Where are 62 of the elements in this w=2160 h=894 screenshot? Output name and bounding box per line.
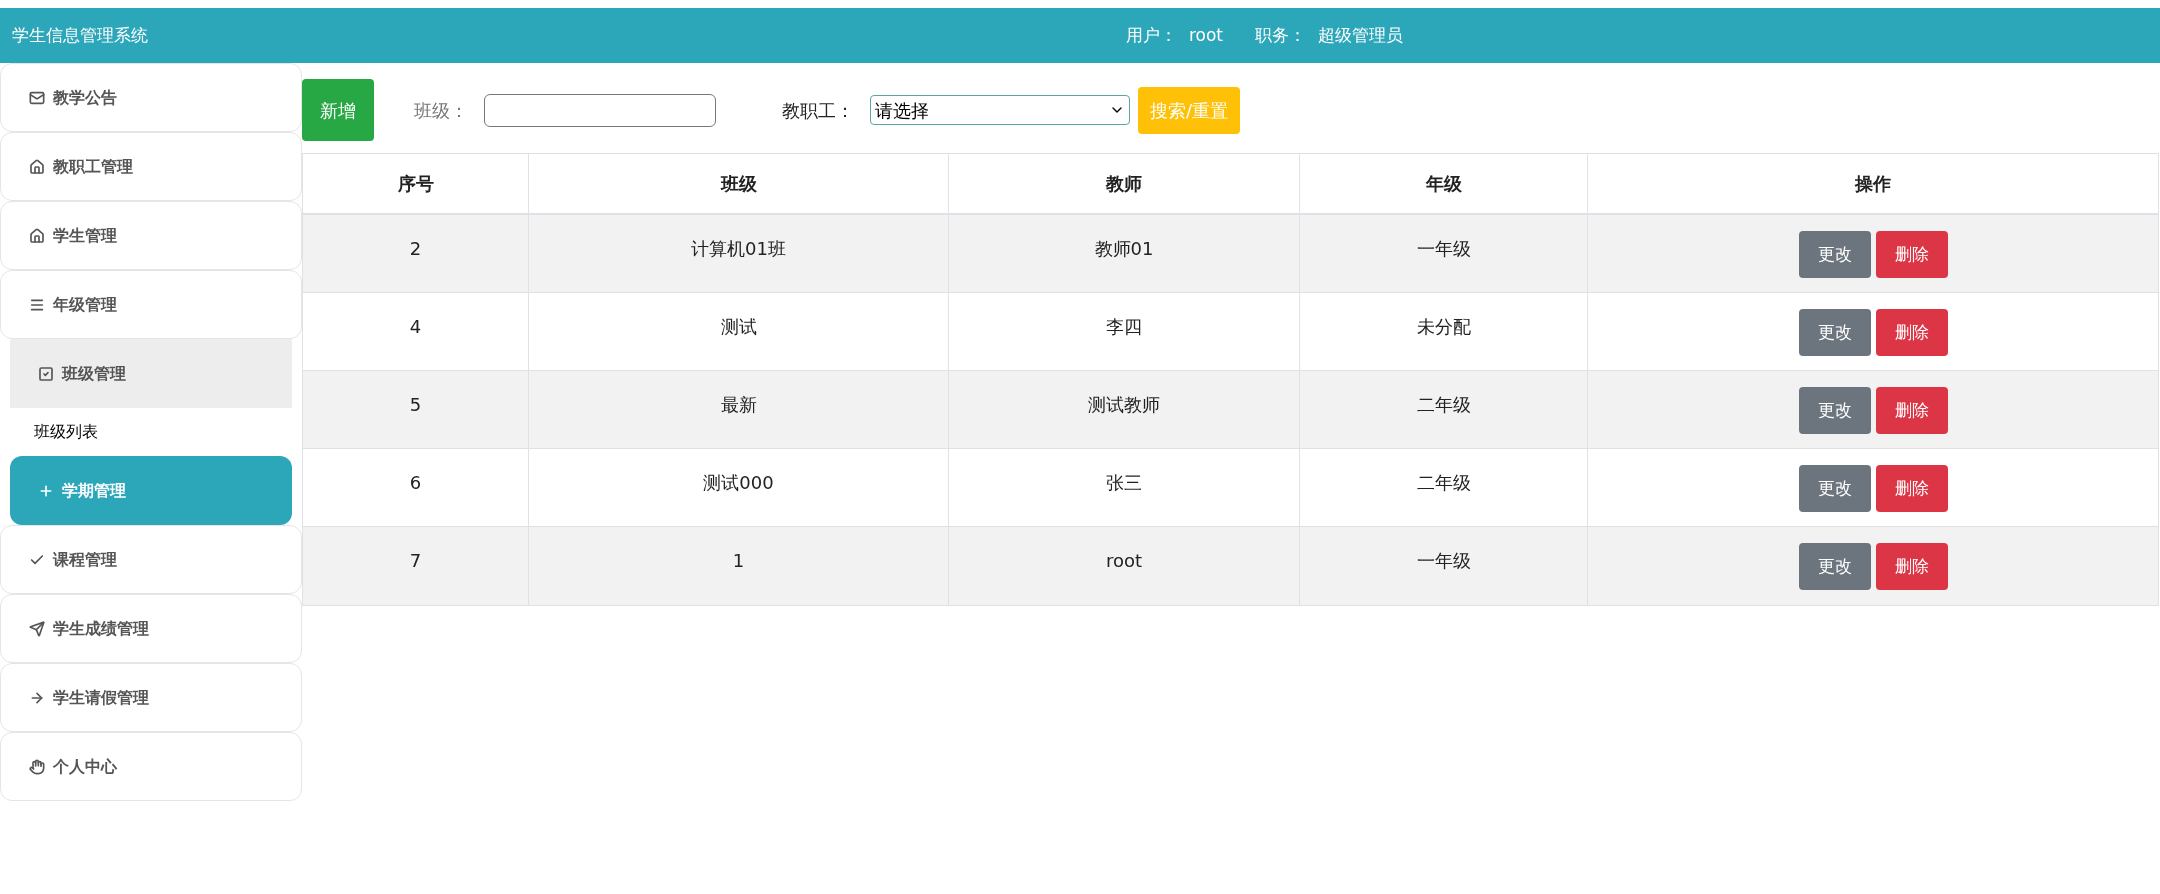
table-cell: 二年级 xyxy=(1300,449,1588,526)
arrow-icon xyxy=(29,620,45,637)
delete-button[interactable]: 删除 xyxy=(1875,543,1948,590)
house-icon xyxy=(29,158,45,175)
table-cell: 计算机01班 xyxy=(529,215,949,292)
table-cell: 未分配 xyxy=(1300,293,1588,370)
table-cell: 教师01 xyxy=(949,215,1300,292)
column-header: 操作 xyxy=(1854,172,1892,196)
column-header: 序号 xyxy=(303,154,529,213)
edit-button[interactable]: 更改 xyxy=(1798,309,1871,356)
sidebar-item[interactable]: 教学公告 xyxy=(0,63,302,132)
column-header: 年级 xyxy=(1300,154,1588,213)
role-label: 职务： xyxy=(1255,23,1306,47)
sidebar-item[interactable]: 学期管理 xyxy=(10,456,292,525)
edit-button[interactable]: 更改 xyxy=(1798,543,1871,590)
delete-button[interactable]: 删除 xyxy=(1875,231,1948,278)
table-cell: 一年级 xyxy=(1300,215,1588,292)
sidebar-item[interactable]: 课程管理 xyxy=(0,525,302,594)
table-cell: 测试教师 xyxy=(949,371,1300,448)
class-label: 班级： xyxy=(414,98,468,123)
class-input-field[interactable] xyxy=(484,93,716,127)
table-cell: 5 xyxy=(303,371,529,448)
delete-button[interactable]: 删除 xyxy=(1875,387,1948,434)
role-name: 超级管理员 xyxy=(1318,23,1403,47)
table-cell: 李四 xyxy=(949,293,1300,370)
sidebar-item[interactable]: 学生管理 xyxy=(0,201,302,270)
table-cell: 4 xyxy=(303,293,529,370)
house-icon xyxy=(29,227,45,244)
sidebar-item[interactable]: 学生成绩管理 xyxy=(0,594,302,663)
table-cell: 测试000 xyxy=(529,449,949,526)
sidebar-item[interactable]: 学生请假管理 xyxy=(0,663,302,732)
column-header: 班级 xyxy=(529,154,949,213)
table-cell: 1 xyxy=(529,527,949,605)
table-cell: 二年级 xyxy=(1300,371,1588,448)
sidebar-subitem[interactable]: 班级列表 xyxy=(0,408,302,456)
edit-button[interactable]: 更改 xyxy=(1798,387,1871,434)
user-name: root xyxy=(1188,23,1223,47)
table-cell: 6 xyxy=(303,449,529,526)
sidebar-item[interactable]: 教职工管理 xyxy=(0,132,302,201)
teacher-label: 教职工： xyxy=(782,98,854,123)
hand-icon xyxy=(29,758,45,775)
edit-button[interactable]: 更改 xyxy=(1798,231,1871,278)
sidebar-item[interactable]: 班级管理 xyxy=(10,339,292,408)
table-cell: 最新 xyxy=(529,371,949,448)
table-cell: root xyxy=(949,527,1300,605)
delete-button[interactable]: 删除 xyxy=(1875,465,1948,512)
sidebar-item[interactable]: 个人中心 xyxy=(0,732,302,801)
teacher-select[interactable]: 请选择 xyxy=(870,95,1130,125)
mail-icon xyxy=(29,89,45,106)
user-label: 用户： xyxy=(1125,23,1177,47)
table-cell: 一年级 xyxy=(1300,527,1588,605)
table-cell: 张三 xyxy=(949,449,1300,526)
table-cell: 7 xyxy=(303,527,529,605)
column-header: 教师 xyxy=(949,154,1300,213)
table-cell: 2 xyxy=(303,215,529,292)
add-button[interactable]: 新增 xyxy=(302,79,374,141)
table-cell: 测试 xyxy=(529,293,949,370)
delete-button[interactable]: 删除 xyxy=(1875,309,1948,356)
app-title: 学生信息管理系统 xyxy=(12,23,148,47)
sidebar-item[interactable]: 年级管理 xyxy=(0,270,302,339)
edit-button[interactable]: 更改 xyxy=(1798,465,1871,512)
checkbox-icon xyxy=(38,365,54,382)
